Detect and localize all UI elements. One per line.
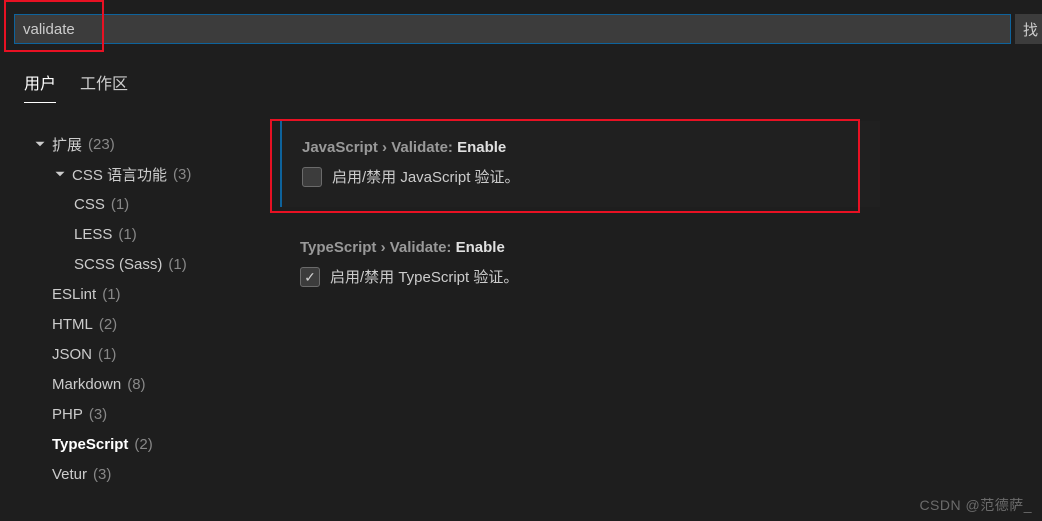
toc-label: Vetur: [52, 466, 87, 483]
toc-count: (3): [173, 166, 191, 183]
chevron-down-icon: [52, 166, 68, 182]
toc-node-css[interactable]: CSS (1): [12, 189, 260, 219]
toc-node-json[interactable]: JSON (1): [12, 339, 260, 369]
toc-node-html[interactable]: HTML (2): [12, 309, 260, 339]
toc-count: (1): [118, 226, 136, 243]
toc-count: (1): [168, 256, 186, 273]
toc-count: (2): [134, 436, 152, 453]
setting-path: JavaScript › Validate:: [302, 139, 457, 156]
settings-toc: 扩展 (23) CSS 语言功能 (3) CSS (1) LESS (1) SC…: [0, 121, 260, 489]
tab-user[interactable]: 用户: [24, 70, 56, 103]
toc-count: (3): [89, 406, 107, 423]
toc-node-php[interactable]: PHP (3): [12, 399, 260, 429]
toc-label: TypeScript: [52, 436, 128, 453]
setting-title: TypeScript › Validate: Enable: [300, 239, 860, 256]
toc-count: (3): [93, 466, 111, 483]
toc-count: (1): [111, 196, 129, 213]
toc-label: CSS: [74, 196, 105, 213]
toc-label: SCSS (Sass): [74, 256, 162, 273]
toc-count: (8): [127, 376, 145, 393]
checkbox-js-validate[interactable]: [302, 167, 322, 187]
settings-content: JavaScript › Validate: Enable 启用/禁用 Java…: [260, 121, 1042, 489]
toc-label: Markdown: [52, 376, 121, 393]
toc-label: PHP: [52, 406, 83, 423]
tab-workspace[interactable]: 工作区: [80, 70, 128, 103]
setting-path: TypeScript › Validate:: [300, 239, 456, 256]
toc-node-typescript[interactable]: TypeScript (2): [12, 429, 260, 459]
toc-node-css-lang[interactable]: CSS 语言功能 (3): [12, 159, 260, 189]
watermark: CSDN @范德萨_: [919, 495, 1032, 515]
toc-label: JSON: [52, 346, 92, 363]
toc-label: HTML: [52, 316, 93, 333]
toc-node-markdown[interactable]: Markdown (8): [12, 369, 260, 399]
toc-label: ESLint: [52, 286, 96, 303]
checkbox-ts-validate[interactable]: [300, 267, 320, 287]
toc-count: (1): [98, 346, 116, 363]
settings-scope-tabs: 用户 工作区: [0, 52, 1042, 103]
toc-count: (23): [88, 136, 115, 153]
search-row: 找: [0, 0, 1042, 52]
toc-node-eslint[interactable]: ESLint (1): [12, 279, 260, 309]
toc-label: 扩展: [52, 134, 82, 155]
setting-typescript-validate-enable: TypeScript › Validate: Enable 启用/禁用 Type…: [280, 221, 880, 307]
toc-label: CSS 语言功能: [72, 164, 167, 185]
toc-node-extensions[interactable]: 扩展 (23): [12, 129, 260, 159]
setting-description: 启用/禁用 JavaScript 验证。: [332, 166, 520, 187]
setting-body: 启用/禁用 JavaScript 验证。: [302, 166, 860, 187]
setting-leaf: Enable: [457, 139, 506, 156]
search-side-label: 找: [1015, 14, 1042, 44]
setting-body: 启用/禁用 TypeScript 验证。: [300, 266, 860, 287]
toc-count: (2): [99, 316, 117, 333]
setting-title: JavaScript › Validate: Enable: [302, 139, 860, 156]
settings-body: 扩展 (23) CSS 语言功能 (3) CSS (1) LESS (1) SC…: [0, 121, 1042, 489]
toc-node-less[interactable]: LESS (1): [12, 219, 260, 249]
setting-javascript-validate-enable: JavaScript › Validate: Enable 启用/禁用 Java…: [280, 121, 880, 207]
setting-leaf: Enable: [456, 239, 505, 256]
settings-search-input[interactable]: [14, 14, 1011, 44]
setting-description: 启用/禁用 TypeScript 验证。: [330, 266, 518, 287]
toc-node-scss[interactable]: SCSS (Sass) (1): [12, 249, 260, 279]
chevron-down-icon: [32, 136, 48, 152]
toc-count: (1): [102, 286, 120, 303]
toc-node-vetur[interactable]: Vetur (3): [12, 459, 260, 489]
toc-label: LESS: [74, 226, 112, 243]
